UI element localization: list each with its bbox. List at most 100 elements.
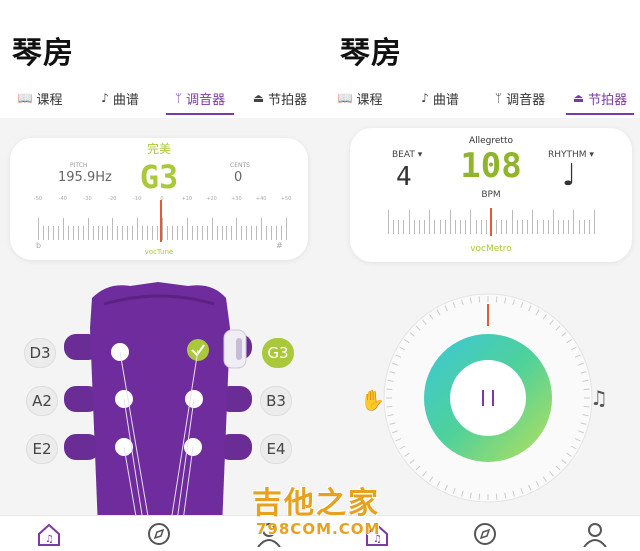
scale-tick — [511, 210, 513, 234]
tab-sheet-music[interactable]: ♪ 曲谱 — [80, 84, 160, 112]
scale-tick — [206, 226, 208, 240]
scale-tick — [42, 226, 44, 240]
home-music-icon[interactable]: ♫ — [36, 521, 62, 547]
dial-tick — [478, 296, 481, 303]
scale-tick — [403, 220, 405, 234]
sound-icon[interactable]: ♫ — [590, 386, 608, 410]
scale-tick — [137, 218, 139, 240]
tuner-status: 完美 — [146, 142, 171, 156]
scale-tick — [573, 210, 575, 234]
watermark: 吉他之家 — [252, 486, 380, 521]
string-button-a2[interactable]: A2 — [26, 386, 58, 416]
scale-tick — [87, 218, 89, 240]
metro-brand: vocMetro — [470, 244, 512, 254]
tab-lessons[interactable]: 📖 课程 — [0, 84, 80, 112]
scale-tick — [77, 226, 79, 240]
metronome-icon: ⏏ — [252, 91, 265, 105]
metronome-card: BEAT ▾ 4 Allegretto 108 BPM RHYTHM ▾ ♩ v… — [350, 128, 632, 262]
scale-tick — [256, 226, 258, 240]
scale-tick — [542, 220, 544, 234]
tab-label: 调音器 — [186, 92, 226, 108]
scale-tick — [246, 226, 248, 240]
scale-tick — [424, 220, 426, 234]
scale-tick — [171, 226, 173, 240]
scale-tick — [226, 226, 228, 240]
scale-tick — [271, 226, 273, 240]
scale-label: +10 — [181, 196, 193, 202]
string-button-g3[interactable]: G3 — [262, 338, 294, 368]
tab-metronome[interactable]: ⏏ 节拍器 — [240, 84, 320, 112]
metronome-screen: 琴房 📖 课程 ♪ 曲谱 ᛘ 调音器 ⏏ 节拍器 BEAT ▾ 4 Allegretto… — [320, 0, 640, 551]
headstock-body — [90, 282, 230, 528]
string-button-b3[interactable]: B3 — [260, 386, 292, 416]
tab-sheet-music[interactable]: ♪ 曲谱 — [400, 84, 480, 112]
music-note-icon: ♪ — [421, 91, 429, 105]
metronome-icon: ⏏ — [572, 91, 585, 105]
profile-icon[interactable] — [582, 521, 608, 547]
tab-tuner[interactable]: ᛘ 调音器 — [480, 84, 560, 112]
play-pause-button[interactable] — [450, 360, 526, 436]
scale-tick — [501, 220, 503, 234]
discover-icon[interactable] — [472, 521, 498, 547]
scale-tick — [413, 220, 415, 234]
tab-tuner[interactable]: ᛘ 调音器 — [160, 84, 240, 115]
scale-tick — [547, 220, 549, 234]
dial-tick — [478, 493, 481, 500]
scale-tick — [588, 220, 590, 234]
dial-tick — [386, 405, 393, 408]
scale-tick — [231, 226, 233, 240]
tab-label: 课程 — [356, 92, 383, 108]
scale-tick — [480, 220, 482, 234]
scale-tick — [393, 220, 395, 234]
scale-tick — [127, 226, 129, 240]
header: 琴房 📖 课程 ♪ 曲谱 ᛘ 调音器 ⏏ 节拍器 — [320, 0, 640, 118]
quarter-note-icon[interactable]: ♩ — [562, 158, 576, 193]
scale-tick — [266, 226, 268, 240]
string-button-d3[interactable]: D3 — [24, 338, 56, 368]
tuner-needle — [160, 200, 162, 242]
scale-tick — [251, 226, 253, 240]
scale-tick — [67, 226, 69, 240]
tuner-scale — [38, 206, 287, 240]
scale-tick — [97, 226, 99, 240]
scale-tick — [454, 220, 456, 234]
scale-label: -30 — [83, 196, 92, 202]
scale-tick — [429, 210, 431, 234]
tab-metronome[interactable]: ⏏ 节拍器 — [560, 84, 640, 115]
tab-label: 曲谱 — [112, 92, 139, 108]
tap-tempo-icon[interactable]: ✋ — [360, 388, 385, 412]
tab-lessons[interactable]: 📖 课程 — [320, 84, 400, 112]
scale-tick — [532, 210, 534, 234]
scale-tick — [578, 220, 580, 234]
tab-label: 调音器 — [506, 92, 546, 108]
scale-tick — [557, 220, 559, 234]
discover-icon[interactable] — [146, 521, 172, 547]
scale-tick — [157, 226, 159, 240]
scale-tick — [132, 226, 134, 240]
tab-label: 节拍器 — [268, 92, 308, 108]
book-icon: 📖 — [337, 91, 353, 105]
scale-tick — [537, 220, 539, 234]
scale-tick — [216, 226, 218, 240]
string-button-e2[interactable]: E2 — [26, 434, 58, 464]
string-button-e4[interactable]: E4 — [260, 434, 292, 464]
scale-tick — [92, 226, 94, 240]
tab-bar: 📖 课程 ♪ 曲谱 ᛘ 调音器 ⏏ 节拍器 — [0, 84, 320, 115]
scale-tick — [516, 220, 518, 234]
dial-tick — [583, 405, 590, 408]
app-title: 琴房 — [340, 36, 402, 71]
tuner-screen: 琴房 📖 课程 ♪ 曲谱 ᛘ 调音器 ⏏ 节拍器 完美 PITCH 195.9Hz G3… — [0, 0, 320, 551]
tab-label: 课程 — [36, 92, 63, 108]
scale-tick — [496, 220, 498, 234]
book-icon: 📖 — [17, 91, 33, 105]
scale-tick — [241, 226, 243, 240]
scale-tick — [439, 220, 441, 234]
scale-tick — [52, 226, 54, 240]
scale-tick — [72, 226, 74, 240]
dial-tick — [495, 493, 498, 500]
svg-text:♫: ♫ — [45, 534, 54, 545]
scale-tick — [388, 210, 389, 234]
scale-tick — [117, 226, 119, 240]
scale-tick — [398, 220, 400, 234]
scale-tick — [444, 220, 446, 234]
